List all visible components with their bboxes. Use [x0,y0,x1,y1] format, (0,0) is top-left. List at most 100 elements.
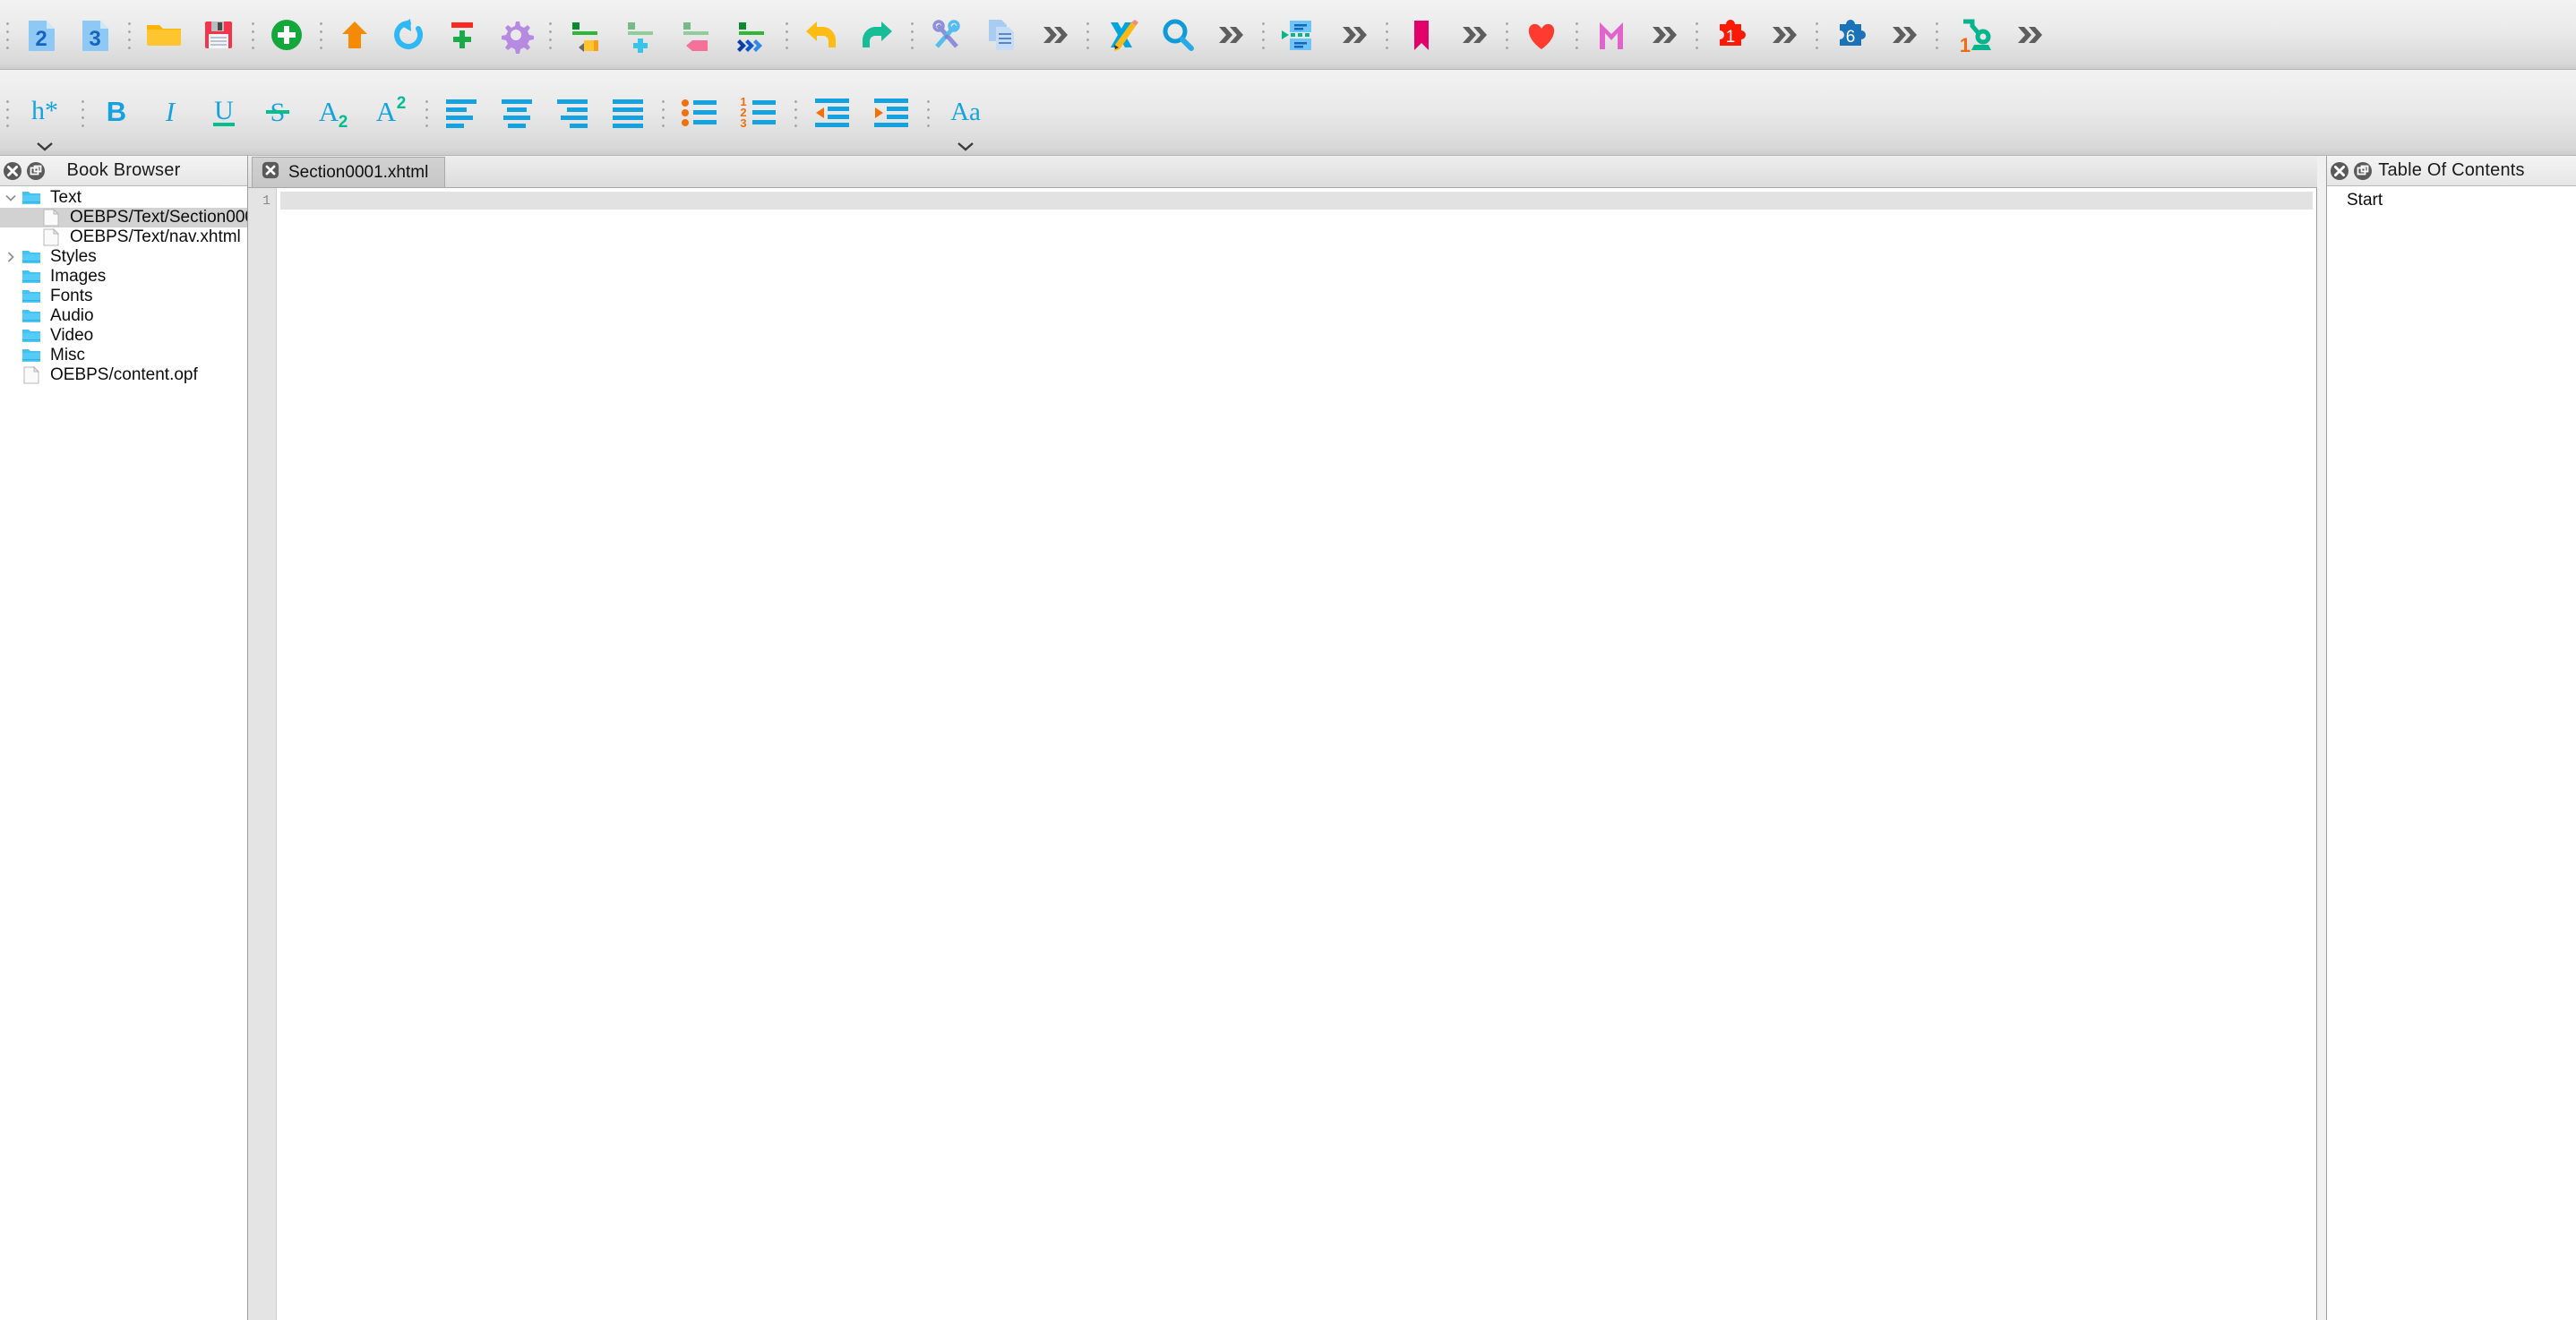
underline-button[interactable]: U [197,70,251,155]
toc-close-button[interactable] [2330,161,2349,181]
toolbar-drag-handle-3[interactable] [245,0,260,69]
format-drag-handle-2[interactable] [75,70,90,155]
italic-button[interactable]: I [143,70,197,155]
tree-file-row[interactable]: OEBPS/Text/Section0001.xhtml [0,208,247,227]
tree-file-row[interactable]: OEBPS/content.opf [0,365,247,385]
redo-button[interactable] [849,0,905,69]
code-editor[interactable]: 1 [248,188,2317,1320]
toolbar-drag-handle-15[interactable] [1929,0,1944,69]
toolbar-drag-handle-11[interactable] [1499,0,1514,69]
toolbar-overflow-4[interactable] [1449,0,1499,69]
outdent-button[interactable] [803,70,862,155]
toolbar-drag-handle-2[interactable] [122,0,136,69]
toolbar-drag-handle-12[interactable] [1569,0,1584,69]
bullet-list-button[interactable] [670,70,729,155]
redo-arrow-icon [862,21,892,47]
copy-button[interactable] [975,0,1030,69]
toolbar-drag-handle-7[interactable] [905,0,919,69]
numbered-list-button[interactable]: 1 2 3 [729,70,788,155]
toolbar-drag-handle-14[interactable] [1809,0,1824,69]
toolbar-drag-handle-6[interactable] [779,0,794,69]
insert-special-character-button[interactable] [668,0,724,69]
heading-style-button[interactable]: h* [14,70,75,155]
toolbar-drag-handle-13[interactable] [1689,0,1704,69]
add-cover-button[interactable] [435,0,489,69]
format-drag-handle-6[interactable] [921,70,935,155]
find-replace-button[interactable] [1150,0,1206,69]
strikethrough-button[interactable]: S [251,70,305,155]
book-browser-close-button[interactable] [3,161,22,181]
chevrons-right-icon [2018,26,2042,43]
epub3-button[interactable]: 3 [68,0,122,69]
plugin-1-button[interactable]: 1 [1704,0,1759,69]
folder-icon [22,270,40,283]
split-at-markers-button[interactable] [724,0,779,69]
align-left-button[interactable] [434,70,489,155]
tab-close-button[interactable] [262,161,279,184]
tree-folder-row[interactable]: Text [0,188,247,208]
book-browser-float-button[interactable] [26,161,46,181]
tree-twisty[interactable] [2,192,20,204]
epub2-button[interactable]: 2 [14,0,68,69]
toolbar-overflow-1[interactable] [1030,0,1080,69]
add-blank-file-button[interactable] [260,0,313,69]
code-text-area[interactable] [277,188,2316,1320]
indent-button[interactable] [862,70,921,155]
tree-file-row[interactable]: OEBPS/Text/nav.xhtml [0,227,247,247]
toc-item[interactable]: Start [2327,190,2576,211]
xhtml-edit-button[interactable] [1095,0,1150,69]
toolbar-drag-handle[interactable] [0,0,14,69]
subscript-button[interactable]: A 2 [305,70,362,155]
toolbar-overflow-2[interactable] [1206,0,1256,69]
toc-list[interactable]: Start [2327,186,2576,1320]
tree-twisty[interactable] [2,251,20,263]
toolbar-overflow-6[interactable] [1759,0,1809,69]
format-drag-handle-3[interactable] [419,70,434,155]
split-at-cursor-button[interactable] [557,0,613,69]
format-drag-handle-5[interactable] [788,70,803,155]
align-right-button[interactable] [545,70,600,155]
toolbar-drag-handle-5[interactable] [543,0,557,69]
toolbar-drag-handle-9[interactable] [1256,0,1270,69]
format-drag-handle-4[interactable] [656,70,670,155]
casing-button[interactable]: Aa [935,70,996,155]
format-toolbar: h* B I U S [0,70,2576,156]
automation-1-button[interactable]: 1 [1944,0,2005,69]
open-button[interactable] [136,0,192,69]
generate-toc-button[interactable] [489,0,543,69]
bookmark-button[interactable] [1394,0,1449,69]
insert-file-button[interactable] [613,0,668,69]
tree-folder-row[interactable]: Misc [0,346,247,365]
toolbar-overflow-3[interactable] [1329,0,1379,69]
folder-icon [22,251,40,263]
plugin-6-button[interactable]: 6 [1824,0,1879,69]
superscript-button[interactable]: A 2 [362,70,419,155]
editor-scroll-stub[interactable] [2317,156,2326,1320]
align-center-button[interactable] [489,70,545,155]
tree-folder-row[interactable]: Fonts [0,287,247,306]
merge-button[interactable] [1270,0,1329,69]
toolbar-drag-handle-10[interactable] [1379,0,1394,69]
add-existing-files-button[interactable] [328,0,382,69]
toolbar-drag-handle-8[interactable] [1080,0,1095,69]
tree-folder-row[interactable]: Styles [0,247,247,267]
undo-button[interactable] [794,0,849,69]
toolbar-overflow-5[interactable] [1639,0,1689,69]
heart-button[interactable] [1514,0,1569,69]
bold-button[interactable]: B [90,70,143,155]
book-browser-tree[interactable]: Text OEBPS/Text/Section0001.xhtml OEBPS/… [0,186,247,1320]
metadata-editor-button[interactable] [1584,0,1639,69]
toolbar-overflow-8[interactable] [2005,0,2055,69]
cut-button[interactable] [919,0,975,69]
tree-folder-row[interactable]: Audio [0,306,247,326]
toolbar-overflow-7[interactable] [1879,0,1929,69]
reload-button[interactable] [382,0,435,69]
toc-float-button[interactable] [2353,161,2373,181]
toolbar-drag-handle-4[interactable] [313,0,328,69]
tab-section0001[interactable]: Section0001.xhtml [252,157,446,187]
align-justify-button[interactable] [600,70,656,155]
save-button[interactable] [192,0,245,69]
tree-folder-row[interactable]: Video [0,326,247,346]
tree-folder-row[interactable]: Images [0,267,247,287]
format-drag-handle-1[interactable] [0,70,14,155]
